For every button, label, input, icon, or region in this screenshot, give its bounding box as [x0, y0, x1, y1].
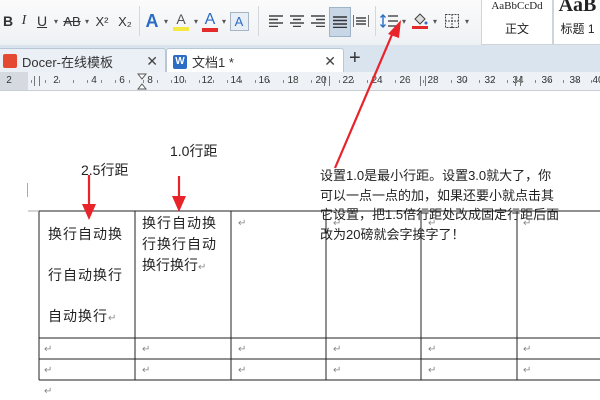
paragraph-mark: ↵ [523, 365, 532, 376]
table-cell-text: 换行自动换 [48, 226, 123, 242]
table-cell-text: 行自动换行 [48, 267, 123, 283]
paragraph-mark: ↵ [142, 344, 151, 355]
paragraph-mark: ↵ [333, 218, 342, 229]
cell-text-span: 换行换行 [142, 257, 198, 273]
paragraph-mark: ↵ [523, 218, 532, 229]
paragraph-mark: ↵ [44, 386, 53, 397]
paragraph-mark: ↵ [428, 344, 437, 355]
paragraph-mark: ↵ [333, 365, 342, 376]
paragraph-mark: ↵ [142, 365, 151, 376]
table-grid[interactable] [0, 0, 600, 400]
paragraph-mark: ↵ [238, 218, 247, 229]
table-cell-text: 换行自动换 [142, 215, 217, 231]
paragraph-mark: ↵ [44, 344, 53, 355]
cell-text-span: 自动换行 [48, 308, 108, 324]
paragraph-mark: ↵ [108, 313, 118, 324]
paragraph-mark: ↵ [428, 218, 437, 229]
paragraph-mark: ↵ [44, 365, 53, 376]
table-cell-text: 换行换行↵ [142, 255, 206, 275]
paragraph-mark: ↵ [198, 262, 207, 273]
table-cell-text: 自动换行↵ [48, 306, 117, 326]
paragraph-mark: ↵ [523, 344, 532, 355]
paragraph-mark: ↵ [238, 344, 247, 355]
paragraph-mark: ↵ [238, 365, 247, 376]
table-cell-text: 行换行自动 [142, 236, 217, 252]
paragraph-mark: ↵ [333, 344, 342, 355]
paragraph-mark: ↵ [428, 365, 437, 376]
